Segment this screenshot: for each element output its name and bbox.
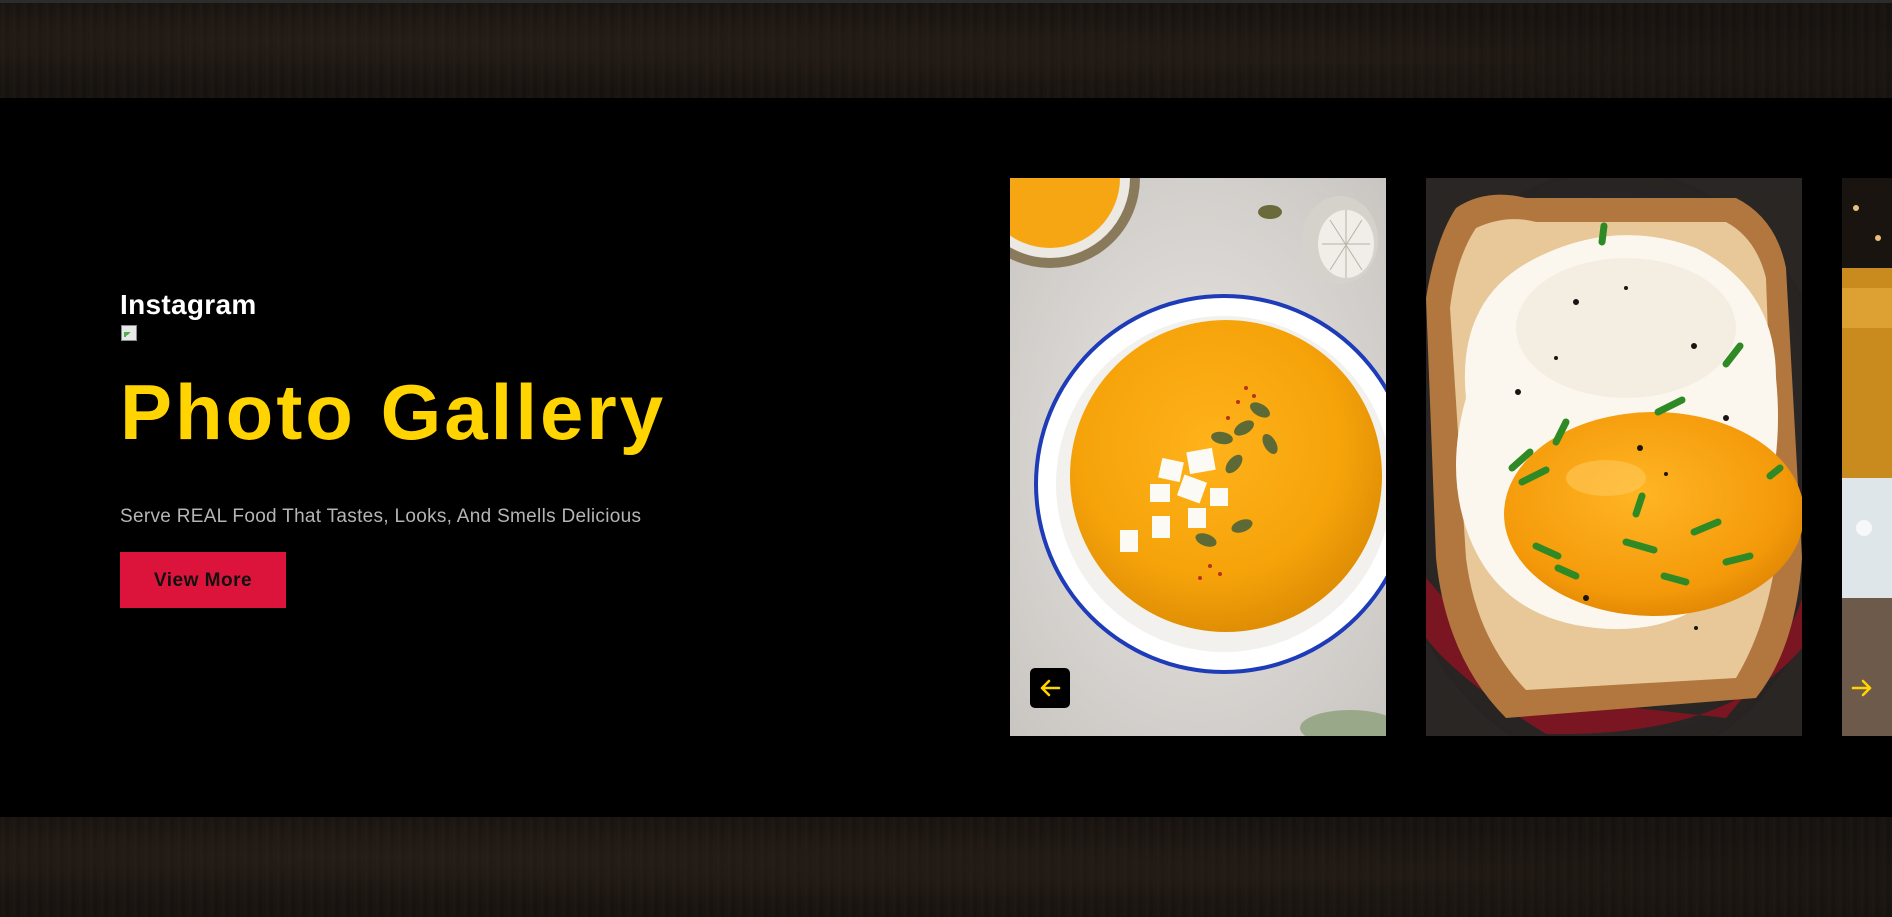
soup-photo	[1010, 178, 1386, 736]
photo-carousel	[1010, 178, 1892, 736]
carousel-prev-button[interactable]	[1030, 668, 1070, 708]
page-backdrop-bottom	[0, 817, 1892, 917]
arrow-left-icon	[1040, 679, 1061, 697]
section-eyebrow: Instagram	[120, 289, 257, 320]
gallery-slide-soup[interactable]	[1010, 178, 1386, 736]
egg-photo	[1426, 178, 1802, 736]
gallery-slide-drink[interactable]	[1842, 178, 1892, 736]
section-tagline: Serve REAL Food That Tastes, Looks, And …	[120, 506, 642, 527]
page-title: Photo Gallery	[120, 368, 667, 456]
gallery-slide-egg[interactable]	[1426, 178, 1802, 736]
page-backdrop-top	[0, 0, 1892, 98]
broken-image-icon	[120, 324, 140, 343]
drink-photo	[1842, 178, 1892, 736]
arrow-right-icon	[1851, 679, 1872, 697]
photo-gallery-section: Instagram Photo Gallery Serve REAL Food …	[0, 98, 1892, 817]
carousel-next-button[interactable]	[1842, 668, 1882, 708]
gallery-intro: Instagram Photo Gallery Serve REAL Food …	[120, 288, 760, 608]
view-more-button[interactable]: View More	[120, 552, 286, 608]
